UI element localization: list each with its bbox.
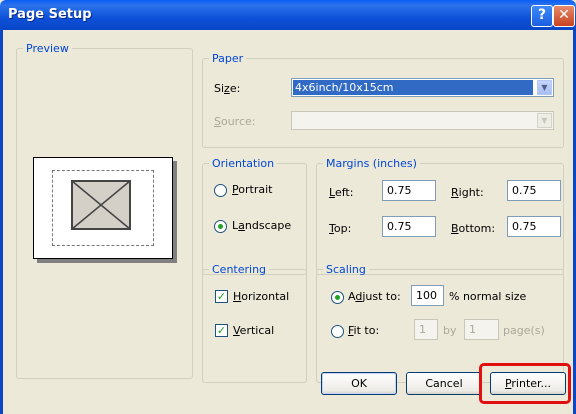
bottom-margin-input[interactable]: 0.75 [507,216,561,237]
preview-group-label: Preview [26,42,69,55]
preview-page [33,157,173,259]
help-button[interactable]: ? [531,5,553,27]
cancel-button[interactable]: Cancel [406,372,482,395]
fit-by-label: by [443,324,457,337]
right-margin-input[interactable]: 0.75 [507,180,561,201]
landscape-label[interactable]: Landscape [232,219,291,232]
fit-to-label[interactable]: Fit to: [348,324,379,337]
portrait-text: ortrait [238,183,273,196]
source-label: Source: [214,115,256,128]
paper-group-label: Paper [212,52,244,65]
top-text: op: [333,222,352,235]
adjust-to-radio[interactable] [331,291,344,304]
ok-button[interactable]: OK [321,372,397,395]
left-margin-label: Left: [329,186,353,199]
horizontal-text: orizontal [241,290,290,303]
chevron-down-icon[interactable]: ▼ [537,80,552,95]
right-accel: R [451,186,459,199]
fit-text: it to: [353,324,380,337]
source-label-text: ource: [220,115,256,128]
right-margin-label: Right: [451,186,484,199]
left-margin-input[interactable]: 0.75 [382,180,436,201]
horizontal-label[interactable]: Horizontal [233,290,289,303]
page-setup-dialog: Page Setup ? ✕ Preview Paper Size: 4x6in… [0,0,576,414]
landscape-accel: a [238,219,245,232]
size-label-text: Si [214,82,225,95]
landscape-text-end: ndscape [244,219,292,232]
close-button[interactable]: ✕ [553,5,575,27]
fit-width-input[interactable]: 1 [414,319,438,340]
landscape-radio[interactable] [214,220,227,233]
title-bar[interactable]: Page Setup ? ✕ [0,0,576,30]
vertical-text: ertical [239,324,275,337]
orientation-group-label: Orientation [212,157,275,170]
paper-group: Paper [202,52,564,148]
portrait-radio[interactable] [214,184,227,197]
adjust-text-end: just to: [362,290,401,303]
size-label: Size: [214,82,240,95]
chevron-down-icon[interactable]: ▼ [537,113,552,128]
portrait-label[interactable]: Portrait [232,183,272,196]
top-margin-label: Top: [329,222,351,235]
right-text: ight: [458,186,484,199]
dialog-client-area: Preview Paper Size: 4x6inch/10x15cm ▼ So… [3,30,573,414]
bottom-accel: B [451,222,459,235]
adjust-to-label[interactable]: Adjust to: [348,290,401,303]
dialog-title: Page Setup [8,7,92,22]
orientation-group: Orientation [202,157,307,275]
margins-group-label: Margins (inches) [326,157,417,170]
normal-size-label: % normal size [449,290,527,303]
scaling-group-label: Scaling [326,263,366,276]
centering-group-label: Centering [212,263,267,276]
adjust-percent-input[interactable]: 100 [411,285,444,306]
horizontal-checkbox[interactable]: ✓ [215,290,228,303]
printer-button-highlight [479,363,571,404]
top-margin-input[interactable]: 0.75 [382,216,436,237]
pages-label: page(s) [503,324,545,337]
size-label-text-end: e: [229,82,241,95]
fit-to-radio[interactable] [331,325,344,338]
fit-height-input[interactable]: 1 [464,319,499,340]
bottom-text: ottom: [458,222,496,235]
vertical-checkbox[interactable]: ✓ [215,324,228,337]
paper-size-select[interactable]: 4x6inch/10x15cm ▼ [291,78,554,97]
centering-group: Centering [202,263,307,383]
vertical-label[interactable]: Vertical [233,324,274,337]
bottom-margin-label: Bottom: [451,222,495,235]
paper-source-select[interactable]: ▼ [291,111,554,130]
source-label-accel: S [214,115,221,128]
vertical-accel: V [233,324,240,337]
paper-size-value: 4x6inch/10x15cm [293,80,533,95]
image-placeholder-icon [71,180,131,230]
left-text: eft: [334,186,354,199]
